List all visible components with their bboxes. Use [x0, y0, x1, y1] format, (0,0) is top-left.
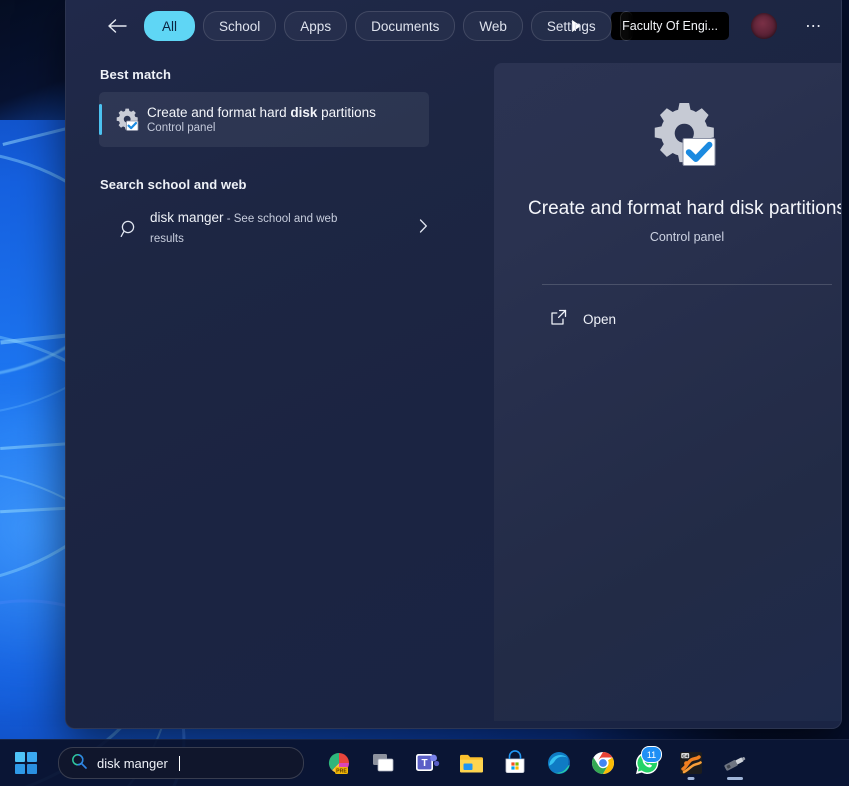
- divider: [542, 283, 832, 285]
- user-avatar[interactable]: [751, 13, 777, 39]
- best-match-text: Create and format hard disk partitions C…: [147, 105, 376, 134]
- taskbar-app-list: PRE T 11 C4: [322, 743, 752, 783]
- svg-text:PRE: PRE: [336, 769, 347, 775]
- microsoft-edge-icon[interactable]: [542, 743, 576, 783]
- open-button[interactable]: Open: [546, 303, 704, 337]
- detail-preview-card: Create and format hard disk partitions C…: [494, 63, 842, 721]
- tab-web[interactable]: Web: [463, 11, 523, 41]
- tab-school[interactable]: School: [203, 11, 277, 41]
- disk-management-gear-icon: [522, 99, 841, 173]
- best-match-subtitle: Control panel: [147, 122, 216, 134]
- file-explorer-icon[interactable]: [454, 743, 488, 783]
- back-arrow-icon[interactable]: [102, 11, 132, 41]
- external-link-icon: [550, 309, 567, 331]
- tab-people[interactable]: Pe: [619, 11, 633, 41]
- whatsapp-badge: 11: [641, 746, 662, 763]
- whatsapp-icon[interactable]: 11: [630, 743, 664, 783]
- google-chrome-icon[interactable]: [586, 743, 620, 783]
- search-input[interactable]: disk manger: [58, 747, 304, 779]
- detail-subtitle: Control panel: [649, 229, 725, 244]
- open-label: Open: [583, 312, 617, 328]
- microsoft-office-icon[interactable]: PRE: [322, 743, 356, 783]
- search-filter-bar: All School Apps Documents Web Settings P…: [66, 0, 841, 59]
- svg-text:C4: C4: [682, 753, 688, 758]
- best-match-title-highlight: disk: [290, 105, 318, 120]
- taskbar: disk manger PRE T 11 C4: [0, 739, 849, 786]
- windows-start-icon[interactable]: [0, 743, 52, 783]
- best-match-title-suffix: partitions: [317, 105, 376, 120]
- svg-text:T: T: [421, 758, 427, 769]
- web-suggestion-text: disk manger - See school and web results: [150, 208, 368, 247]
- ellipsis-icon[interactable]: ⋯: [801, 13, 827, 39]
- search-icon: [112, 219, 146, 238]
- text-caret: [178, 755, 180, 771]
- detail-card-content: Create and format hard disk partitions C…: [494, 63, 842, 337]
- microsoft-teams-icon[interactable]: T: [410, 743, 444, 783]
- best-match-title: Create and format hard disk partitions: [147, 105, 376, 120]
- usb-drive-icon[interactable]: [718, 743, 752, 783]
- disk-management-gear-icon: [111, 107, 145, 133]
- tab-apps[interactable]: Apps: [284, 11, 348, 41]
- best-match-title-prefix: Create and format hard: [147, 105, 291, 120]
- web-search-suggestion[interactable]: disk manger - See school and web results: [100, 202, 430, 254]
- microsoft-store-icon[interactable]: [498, 743, 532, 783]
- search-flyout: All School Apps Documents Web Settings P…: [65, 0, 842, 729]
- tab-all[interactable]: All: [144, 11, 196, 41]
- web-results-section: Search school and web disk manger - See …: [100, 177, 528, 254]
- best-match-heading: Best match: [100, 67, 172, 82]
- app-running-indicator: [727, 777, 743, 780]
- tab-documents[interactable]: Documents: [355, 11, 456, 41]
- search-input-value: disk manger: [97, 755, 168, 771]
- web-suggestion-query: disk manger: [150, 210, 224, 226]
- detail-title: Create and format hard disk partitions: [528, 198, 842, 219]
- tab-strip: All School Apps Documents Web Settings P…: [144, 11, 633, 41]
- chevron-right-icon[interactable]: [419, 219, 428, 238]
- results-column: Best match Create and format hard disk p…: [66, 59, 528, 728]
- selection-accent-bar: [99, 104, 102, 135]
- cinema4d-icon[interactable]: C4: [674, 743, 708, 783]
- search-icon: [71, 753, 87, 774]
- tab-settings[interactable]: Settings: [530, 11, 612, 41]
- task-view-icon[interactable]: [366, 743, 400, 783]
- app-running-indicator: [687, 777, 695, 780]
- best-match-result[interactable]: Create and format hard disk partitions C…: [99, 92, 429, 147]
- web-section-heading: Search school and web: [100, 177, 247, 192]
